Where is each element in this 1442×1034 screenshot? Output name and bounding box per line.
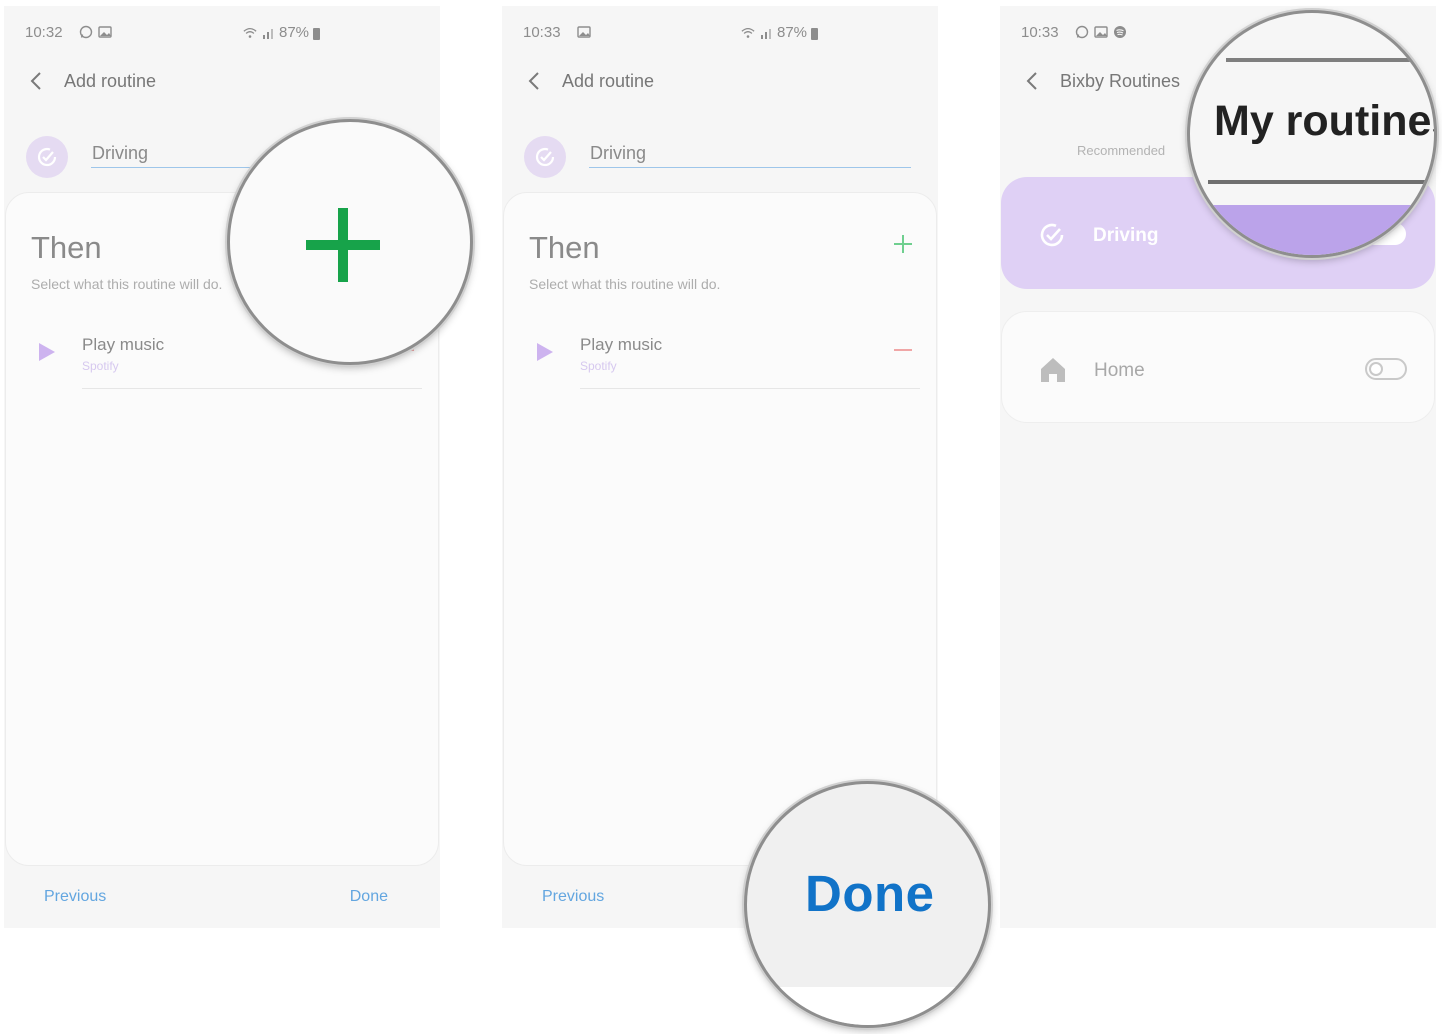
- gallery-icon: [1094, 26, 1108, 38]
- routine-name-row: Driving: [524, 136, 924, 178]
- routine-name-input[interactable]: Driving: [589, 142, 911, 168]
- remove-action-icon[interactable]: [894, 349, 912, 351]
- done-button[interactable]: Done: [350, 888, 388, 906]
- notification-icons: [79, 25, 112, 39]
- action-play-music[interactable]: Play music Spotify: [529, 331, 920, 389]
- footer-bar: Previous Done: [4, 878, 440, 918]
- spotify-icon: [1114, 26, 1126, 38]
- wifi-icon: [243, 27, 257, 38]
- notification-icons: [577, 25, 591, 39]
- tab-indicator: [1208, 180, 1434, 184]
- magnifier-bottom-band: [747, 987, 988, 1025]
- routine-card-home[interactable]: Home: [1001, 311, 1435, 423]
- app-bar: Add routine: [26, 68, 156, 94]
- page-title: Add routine: [562, 70, 655, 91]
- routine-check-icon[interactable]: [524, 136, 566, 178]
- previous-button[interactable]: Previous: [44, 888, 106, 906]
- action-subtitle: Spotify: [580, 359, 617, 373]
- page-title: Bixby Routines: [1060, 70, 1181, 91]
- done-button-zoomed[interactable]: Done: [805, 864, 935, 923]
- play-icon: [537, 343, 553, 361]
- page-title: Add routine: [64, 70, 157, 91]
- magnifier-done: Done: [744, 781, 991, 1028]
- routine-check-icon[interactable]: [26, 136, 68, 178]
- status-bar: 10:32 87%: [25, 24, 420, 42]
- routine-toggle-off[interactable]: [1365, 358, 1407, 380]
- then-heading: Then: [529, 230, 600, 265]
- whatsapp-icon: [79, 25, 93, 39]
- gallery-icon: [577, 26, 591, 38]
- then-heading: Then: [31, 230, 102, 265]
- action-subtitle: Spotify: [82, 359, 119, 373]
- status-bar: 10:33 87%: [523, 24, 918, 42]
- battery-icon: [811, 27, 819, 40]
- app-bar: Bixby Routines: [1022, 68, 1180, 94]
- action-title: Play music: [580, 335, 663, 354]
- tutorial-composite: 10:32 87% Add routine Driving Then Selec…: [0, 0, 1442, 1034]
- battery-percent: 87%: [777, 24, 808, 41]
- status-time: 10:33: [1021, 24, 1059, 41]
- system-icons: 87%: [243, 24, 321, 41]
- routine-name: Driving: [1093, 225, 1159, 246]
- signal-icon: [263, 28, 273, 39]
- divider: [82, 388, 422, 389]
- toggle-knob: [1369, 362, 1383, 376]
- routine-check-icon: [1040, 223, 1064, 247]
- status-time: 10:32: [25, 24, 63, 41]
- magnifier-my-routines: My routines: [1187, 10, 1437, 258]
- then-card: Then Select what this routine will do. P…: [503, 192, 937, 866]
- tab-recommended[interactable]: Recommended: [1077, 143, 1165, 158]
- plus-icon[interactable]: [304, 206, 382, 284]
- tab-divider-top: [1226, 58, 1434, 62]
- driving-card-fragment: [1190, 205, 1434, 255]
- action-title: Play music: [82, 335, 165, 354]
- add-action-plus-icon[interactable]: [892, 233, 914, 255]
- system-icons: 87%: [741, 24, 819, 41]
- signal-icon: [761, 28, 771, 39]
- back-arrow-icon[interactable]: [26, 70, 48, 92]
- back-arrow-icon[interactable]: [524, 70, 546, 92]
- wifi-icon: [741, 27, 755, 38]
- previous-button[interactable]: Previous: [542, 888, 604, 906]
- battery-percent: 87%: [279, 24, 310, 41]
- back-arrow-icon[interactable]: [1022, 70, 1044, 92]
- status-time: 10:33: [523, 24, 561, 41]
- magnifier-add-action: [227, 119, 473, 365]
- then-subtitle: Select what this routine will do.: [529, 276, 721, 292]
- then-subtitle: Select what this routine will do.: [31, 276, 223, 292]
- gallery-icon: [98, 26, 112, 38]
- battery-icon: [313, 27, 321, 40]
- play-icon: [39, 343, 55, 361]
- routine-name: Home: [1094, 360, 1145, 381]
- tab-my-routines[interactable]: My routines: [1214, 97, 1434, 146]
- divider: [580, 388, 920, 389]
- notification-icons: [1075, 25, 1127, 39]
- whatsapp-icon: [1075, 25, 1089, 39]
- home-icon: [1041, 358, 1065, 382]
- app-bar: Add routine: [524, 68, 654, 94]
